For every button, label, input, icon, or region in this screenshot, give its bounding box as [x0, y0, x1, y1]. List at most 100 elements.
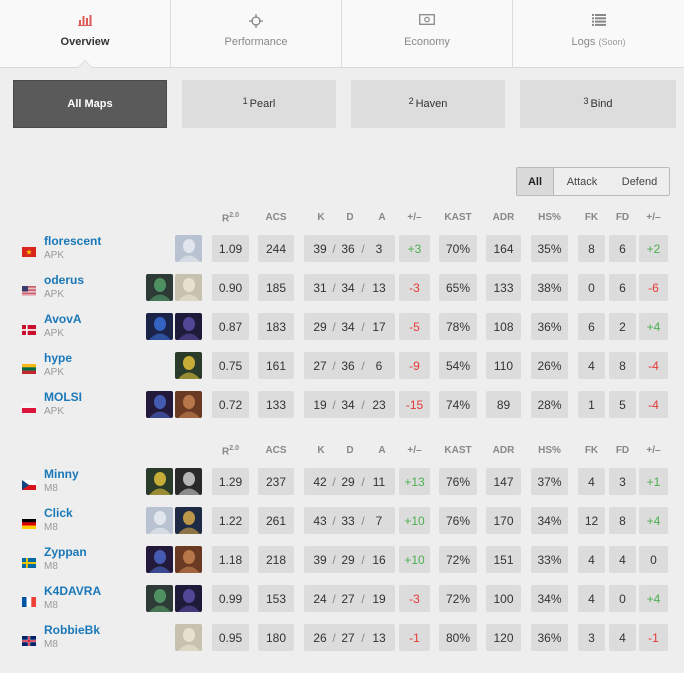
player-team: M8 — [44, 639, 58, 650]
a-value: 17 — [372, 320, 386, 334]
tab-economy-label: Economy — [404, 36, 450, 48]
kda-cell: 24/27/19 — [304, 585, 395, 612]
kda-separator: / — [361, 398, 365, 412]
header-label: FD — [615, 445, 630, 456]
acs-cell: 183 — [258, 313, 294, 340]
kd-diff-cell: -9 — [399, 352, 430, 379]
fk-cell: 6 — [578, 313, 605, 340]
header-a: A — [368, 212, 396, 223]
header-hs: HS% — [531, 445, 568, 456]
agent-killjoy-icon — [175, 352, 202, 379]
tab-performance-label: Performance — [224, 36, 288, 48]
header-label: FD — [615, 212, 630, 223]
header-fd: FD — [609, 445, 636, 456]
kda-separator: / — [361, 359, 365, 373]
player-name-link[interactable]: hype — [44, 351, 72, 365]
header-label: KAST — [444, 445, 472, 456]
header-label: A — [378, 445, 386, 456]
fk-cell: 4 — [578, 352, 605, 379]
hs-cell: 28% — [531, 391, 568, 418]
map-pearl-button[interactable]: 1 Pearl — [182, 80, 336, 128]
adr-cell: 110 — [486, 352, 521, 379]
player-name-link[interactable]: Zyppan — [44, 545, 87, 559]
side-defend-button[interactable]: Defend — [610, 168, 669, 195]
tab-performance[interactable]: Performance — [171, 0, 342, 67]
side-all-button[interactable]: All — [517, 168, 554, 195]
fk-cell: 4 — [578, 585, 605, 612]
agent-omen-icon — [175, 585, 202, 612]
kd-diff-cell: +3 — [399, 235, 430, 262]
kda-cell: 26/27/13 — [304, 624, 395, 651]
kd-diff-cell: +13 — [399, 468, 430, 495]
flag-icon — [22, 516, 36, 529]
hs-cell: 34% — [531, 585, 568, 612]
header-acs: ACS — [258, 445, 294, 456]
player-team: M8 — [44, 600, 58, 611]
flag-icon — [22, 244, 36, 257]
agent-astra-icon — [146, 391, 173, 418]
header-fk: FK — [578, 445, 605, 456]
player-name-link[interactable]: AvovA — [44, 312, 82, 326]
player-name-link[interactable]: Click — [44, 506, 73, 520]
rating-cell: 0.99 — [212, 585, 249, 612]
tab-logs[interactable]: Logs (Soon) — [513, 0, 684, 67]
tab-overview[interactable]: Overview — [0, 0, 171, 68]
player-name-link[interactable]: florescent — [44, 234, 101, 248]
rating-cell: 1.09 — [212, 235, 249, 262]
kast-cell: 80% — [439, 624, 477, 651]
map-all-button[interactable]: All Maps — [13, 80, 167, 128]
acs-cell: 161 — [258, 352, 294, 379]
header-acs: ACS — [258, 212, 294, 223]
hs-cell: 35% — [531, 235, 568, 262]
player-name-link[interactable]: Minny — [44, 467, 79, 481]
header-fkdiff: +/– — [639, 212, 668, 223]
d-value: 33 — [341, 514, 355, 528]
k-value: 27 — [313, 359, 327, 373]
fk-diff-cell: +1 — [639, 468, 668, 495]
kast-cell: 72% — [439, 546, 477, 573]
rating-cell: 1.29 — [212, 468, 249, 495]
kda-separator: / — [361, 242, 365, 256]
header-label: ACS — [265, 212, 287, 223]
player-name-link[interactable]: oderus — [44, 273, 84, 287]
fd-cell: 4 — [609, 546, 636, 573]
player-name-link[interactable]: K4DAVRA — [44, 584, 101, 598]
cash-icon — [342, 14, 512, 28]
hs-cell: 33% — [531, 546, 568, 573]
header-rating: R2.0 — [212, 445, 249, 457]
fk-cell: 1 — [578, 391, 605, 418]
kast-cell: 72% — [439, 585, 477, 612]
kd-diff-cell: -1 — [399, 624, 430, 651]
a-value: 13 — [372, 281, 386, 295]
fk-diff-cell: +4 — [639, 507, 668, 534]
kda-separator: / — [361, 281, 365, 295]
fk-cell: 3 — [578, 624, 605, 651]
header-rating-version: 2.0 — [229, 445, 239, 452]
rating-cell: 1.18 — [212, 546, 249, 573]
rating-cell: 0.95 — [212, 624, 249, 651]
map-haven-button[interactable]: 2 Haven — [351, 80, 505, 128]
fd-cell: 2 — [609, 313, 636, 340]
side-attack-button[interactable]: Attack — [554, 168, 610, 195]
fd-cell: 8 — [609, 352, 636, 379]
fd-cell: 5 — [609, 391, 636, 418]
fk-cell: 4 — [578, 468, 605, 495]
agent-astra-icon — [146, 546, 173, 573]
kd-diff-cell: -5 — [399, 313, 430, 340]
agent-killjoy-icon — [146, 468, 173, 495]
player-team: APK — [44, 406, 65, 417]
hs-cell: 38% — [531, 274, 568, 301]
agent-cypher-icon — [175, 468, 202, 495]
header-label: ADR — [492, 445, 515, 456]
kd-diff-cell: -15 — [399, 391, 430, 418]
header-label: D — [346, 445, 354, 456]
kda-cell: 43/33/7 — [304, 507, 395, 534]
map-bind-button[interactable]: 3 Bind — [520, 80, 676, 128]
k-value: 42 — [313, 475, 327, 489]
kast-cell: 70% — [439, 235, 477, 262]
player-name-link[interactable]: RobbieBk — [44, 623, 100, 637]
player-name-link[interactable]: MOLSI — [44, 390, 82, 404]
header-label: +/– — [646, 212, 661, 223]
tab-economy[interactable]: Economy — [342, 0, 513, 67]
header-a: A — [368, 445, 396, 456]
